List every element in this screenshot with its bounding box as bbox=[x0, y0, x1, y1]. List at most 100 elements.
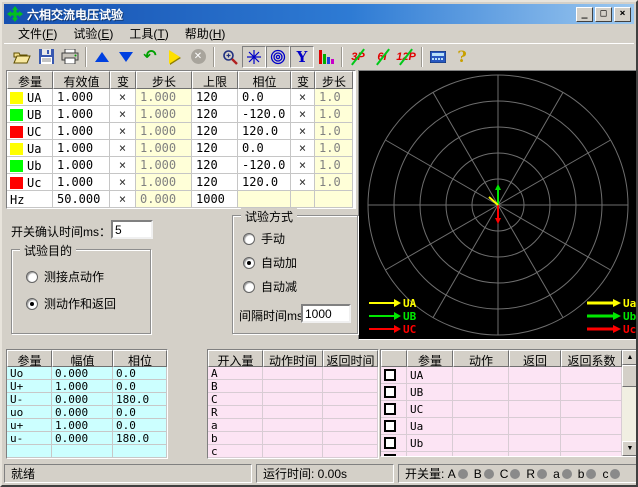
vary-toggle-cell[interactable]: × bbox=[110, 106, 136, 123]
undo-button[interactable]: ↶ bbox=[138, 46, 162, 68]
radio-contact-action[interactable]: 测接点动作 bbox=[26, 268, 104, 285]
phase-cell[interactable]: 0.0 bbox=[238, 89, 291, 106]
input-time-table: 开入量 动作时间 返回时间 A B C R a b c bbox=[207, 349, 379, 459]
radio-auto-decrease[interactable]: 自动减 bbox=[243, 278, 297, 295]
table-row: Uc bbox=[381, 452, 622, 457]
param-name-cell: UA bbox=[7, 89, 53, 106]
toolbar: ↶ ✕ Y bbox=[4, 43, 634, 69]
value-cell[interactable]: 1.000 bbox=[53, 140, 110, 157]
title-bar[interactable]: 六相交流电压试验 _ □ × bbox=[4, 4, 634, 24]
col-header: 开入量 bbox=[208, 350, 263, 367]
table-row: UA bbox=[381, 367, 622, 384]
vary-toggle-cell[interactable]: × bbox=[291, 174, 315, 191]
value-cell[interactable]: 50.000 bbox=[53, 191, 110, 208]
table-row: U+1.0000.0 bbox=[7, 380, 167, 393]
vertical-scrollbar[interactable]: ▲ ▼ bbox=[622, 350, 638, 456]
device-button[interactable] bbox=[426, 46, 450, 68]
harmonics-button[interactable] bbox=[314, 46, 338, 68]
limit-cell[interactable]: 1000 bbox=[192, 191, 238, 208]
limit-cell[interactable]: 120 bbox=[192, 174, 238, 191]
vector-view-button[interactable]: Y bbox=[290, 46, 314, 68]
mode-12p-button[interactable]: 12P bbox=[394, 46, 418, 68]
vary-toggle-cell[interactable]: × bbox=[291, 106, 315, 123]
value-cell[interactable]: 1.000 bbox=[53, 106, 110, 123]
phase-cell[interactable]: 120.0 bbox=[238, 174, 291, 191]
menu-tools[interactable]: 工具(T) bbox=[121, 23, 176, 44]
value-cell[interactable]: 1.000 bbox=[53, 89, 110, 106]
minimize-button[interactable]: _ bbox=[576, 7, 593, 22]
start-button[interactable] bbox=[162, 46, 186, 68]
vary-toggle-cell[interactable]: × bbox=[291, 140, 315, 157]
value-cell[interactable]: 1.000 bbox=[53, 174, 110, 191]
vary-toggle-cell[interactable]: × bbox=[110, 140, 136, 157]
col-header: 返回系数 bbox=[561, 350, 622, 367]
phase-cell[interactable]: 0.0 bbox=[238, 140, 291, 157]
vary-toggle-cell[interactable]: × bbox=[110, 174, 136, 191]
menu-help[interactable]: 帮助(H) bbox=[177, 23, 234, 44]
table-row: UB 1.000 × 1.000 120 -120.0 × 1.0 bbox=[7, 106, 355, 123]
interval-input[interactable] bbox=[301, 304, 351, 323]
checkbox[interactable] bbox=[384, 369, 396, 381]
close-button[interactable]: × bbox=[614, 7, 631, 22]
phasor-view-button[interactable] bbox=[242, 46, 266, 68]
purpose-group: 试验目的 测接点动作 测动作和返回 bbox=[11, 249, 151, 334]
lower-button[interactable] bbox=[114, 46, 138, 68]
phase-cell[interactable]: -120.0 bbox=[238, 106, 291, 123]
scroll-down-button[interactable]: ▼ bbox=[622, 441, 638, 456]
vary-toggle-cell[interactable]: × bbox=[291, 123, 315, 140]
param-name-cell: Ub bbox=[7, 157, 53, 174]
checkbox[interactable] bbox=[384, 454, 396, 457]
print-button[interactable] bbox=[58, 46, 82, 68]
table-row: Ub bbox=[381, 435, 622, 452]
save-icon bbox=[39, 49, 54, 64]
help-button[interactable]: ? bbox=[450, 46, 474, 68]
limit-cell[interactable]: 120 bbox=[192, 123, 238, 140]
radio-action-return[interactable]: 测动作和返回 bbox=[26, 295, 116, 312]
switch-indicator bbox=[586, 469, 596, 479]
radio-manual[interactable]: 手动 bbox=[243, 230, 285, 247]
value-cell[interactable]: 1.000 bbox=[53, 123, 110, 140]
limit-cell[interactable]: 120 bbox=[192, 157, 238, 174]
mode-3p-button[interactable]: 3P bbox=[346, 46, 370, 68]
save-button[interactable] bbox=[34, 46, 58, 68]
checkbox[interactable] bbox=[384, 386, 396, 398]
vary-toggle-cell[interactable]: × bbox=[110, 89, 136, 106]
scrollbar-thumb[interactable] bbox=[622, 365, 638, 387]
stop-button[interactable]: ✕ bbox=[186, 46, 210, 68]
limit-cell[interactable]: 120 bbox=[192, 89, 238, 106]
table-row: uo0.0000.0 bbox=[7, 406, 167, 419]
value-cell[interactable]: 1.000 bbox=[53, 157, 110, 174]
vary-toggle-cell[interactable]: × bbox=[110, 123, 136, 140]
open-button[interactable] bbox=[10, 46, 34, 68]
stop-icon: ✕ bbox=[191, 49, 206, 64]
checkbox[interactable] bbox=[384, 437, 396, 449]
confirm-time-input[interactable] bbox=[111, 220, 153, 239]
step-cell: 0.000 bbox=[136, 191, 192, 208]
scroll-up-button[interactable]: ▲ bbox=[622, 350, 638, 365]
limit-cell[interactable]: 120 bbox=[192, 140, 238, 157]
vary-toggle-cell[interactable]: × bbox=[110, 191, 136, 208]
maximize-button[interactable]: □ bbox=[595, 7, 612, 22]
phasor-diagram: UA UB UC Ua Ub Uc bbox=[358, 70, 638, 340]
vary-toggle-cell[interactable]: × bbox=[110, 157, 136, 174]
circle-view-button[interactable] bbox=[266, 46, 290, 68]
zoom-button[interactable] bbox=[218, 46, 242, 68]
radio-auto-increase[interactable]: 自动加 bbox=[243, 254, 297, 271]
checkbox[interactable] bbox=[384, 403, 396, 415]
table-row: U-0.000180.0 bbox=[7, 393, 167, 406]
menu-file[interactable]: 文件(F) bbox=[10, 23, 65, 44]
step-cell: 1.0 bbox=[315, 89, 353, 106]
phase-cell[interactable]: 120.0 bbox=[238, 123, 291, 140]
status-runtime: 运行时间: 0.00s bbox=[256, 464, 394, 483]
mode-group-title: 试验方式 bbox=[241, 208, 297, 225]
vary-toggle-cell[interactable]: × bbox=[291, 89, 315, 106]
limit-cell[interactable]: 120 bbox=[192, 106, 238, 123]
raise-button[interactable] bbox=[90, 46, 114, 68]
phase-cell[interactable]: -120.0 bbox=[238, 157, 291, 174]
menu-test[interactable]: 试验(E) bbox=[65, 23, 121, 44]
param-name-cell: Ua bbox=[7, 140, 53, 157]
status-bar: 就绪 运行时间: 0.00s 开关量: A B C R a b c bbox=[4, 461, 638, 483]
vary-toggle-cell[interactable]: × bbox=[291, 157, 315, 174]
mode-6i-button[interactable]: 6I bbox=[370, 46, 394, 68]
checkbox[interactable] bbox=[384, 420, 396, 432]
